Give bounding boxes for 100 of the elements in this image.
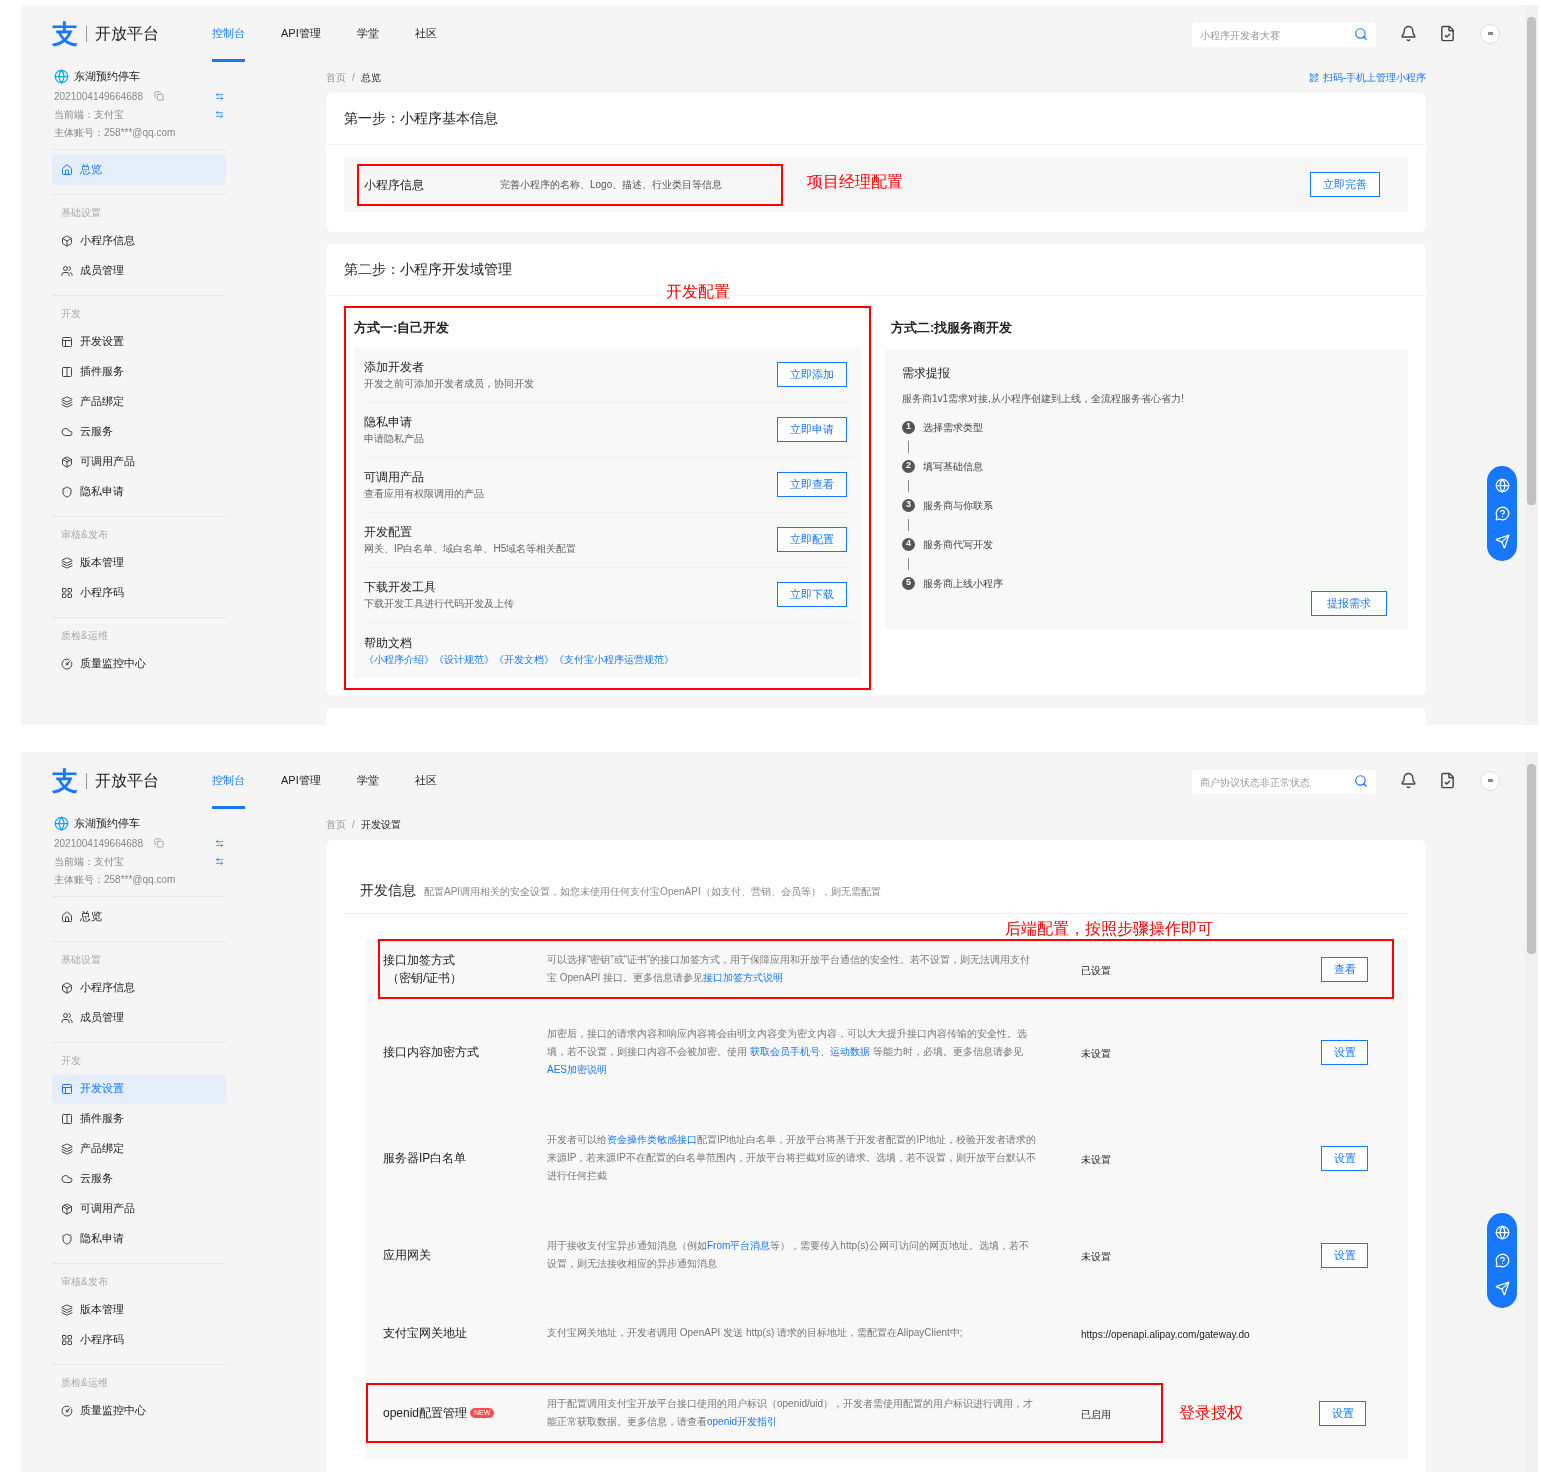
nav-tab[interactable]: 学堂	[356, 5, 379, 62]
step-label: 填写基础信息	[923, 459, 983, 474]
nav-tab[interactable]: API管理	[281, 5, 321, 62]
doc-link[interactable]: 《小程序介绍》	[364, 651, 434, 667]
sidebar-item[interactable]: 可调用产品	[52, 446, 226, 477]
step-label: 服务商与你联系	[923, 498, 993, 513]
sidebar-item[interactable]: 小程序信息	[52, 972, 226, 1003]
sidebar-item[interactable]: 总览	[52, 901, 226, 932]
inline-link[interactable]: From平台消息	[707, 1240, 771, 1251]
sidebar-item[interactable]: 小程序码	[52, 577, 226, 608]
sidebar-item[interactable]: 小程序信息	[52, 225, 226, 256]
copy-icon[interactable]	[154, 838, 164, 848]
doc-link[interactable]: 《设计规范》	[434, 651, 494, 667]
sidebar-item[interactable]: 质量监控中心	[52, 648, 226, 679]
layers-icon	[61, 1142, 73, 1155]
doc-link[interactable]: 《开发文档》	[494, 651, 554, 667]
item-desc: 下载开发工具进行代码开发及上传	[364, 597, 514, 611]
swap-icon[interactable]	[215, 91, 224, 101]
nav-tab[interactable]: API管理	[281, 752, 321, 809]
search-field[interactable]: 小程序开发者大赛	[1192, 23, 1376, 47]
outline-button[interactable]: 立即添加	[777, 362, 847, 387]
sidebar-item[interactable]: 开发设置	[52, 1073, 226, 1104]
outline-button[interactable]: 提报需求	[1311, 590, 1387, 616]
group-title: 开发	[60, 1054, 82, 1068]
inline-link[interactable]: openid开发指引	[707, 1416, 778, 1427]
outline-button[interactable]: 设置	[1321, 1242, 1368, 1268]
inline-link[interactable]: 获取会员手机号、运动数据	[749, 1046, 870, 1057]
shield-icon	[61, 485, 73, 498]
breadcrumb-item[interactable]: 首页	[326, 70, 346, 85]
outline-button[interactable]: 立即查看	[777, 472, 847, 497]
row-title: 支付宝网关地址	[383, 1325, 467, 1342]
send-icon[interactable]	[1494, 533, 1510, 549]
sidebar-item[interactable]: 隐私申请	[52, 1223, 226, 1254]
group-title: 基础设置	[60, 953, 102, 967]
sidebar-item[interactable]: 插件服务	[52, 356, 226, 387]
inline-link[interactable]: 资金操作类敏感接口	[607, 1134, 697, 1145]
sidebar-item[interactable]: 版本管理	[52, 547, 226, 578]
item-title: 隐私申请	[364, 414, 413, 431]
help-icon[interactable]	[1494, 506, 1510, 521]
nav-tab[interactable]: 学堂	[356, 752, 379, 809]
sidebar-item[interactable]: 产品绑定	[52, 386, 226, 417]
avatar[interactable]	[1480, 23, 1500, 44]
planet-icon[interactable]	[1494, 478, 1510, 494]
copy-icon[interactable]	[154, 91, 164, 101]
search-field[interactable]: 商户协议状态非正常状态	[1192, 770, 1376, 794]
doc-link[interactable]: 《支付宝小程序运营规范》	[554, 651, 674, 667]
outline-button[interactable]: 设置	[1319, 1400, 1366, 1426]
nav-tab[interactable]: 控制台	[212, 5, 245, 62]
sidebar-item[interactable]: 质量监控中心	[52, 1395, 226, 1426]
outline-button[interactable]: 设置	[1321, 1039, 1368, 1065]
nav-tab[interactable]: 社区	[414, 5, 437, 62]
help-icon[interactable]	[1494, 1253, 1510, 1268]
swap-icon[interactable]	[215, 109, 224, 119]
row-title: 小程序信息	[364, 176, 425, 194]
bell-icon[interactable]	[1400, 25, 1417, 42]
breadcrumb-item[interactable]: 首页	[326, 817, 346, 832]
logo-mark: 支	[52, 20, 78, 47]
search-icon[interactable]	[1354, 773, 1368, 788]
outline-button[interactable]: 立即完善	[1310, 172, 1380, 197]
sidebar-item[interactable]: 产品绑定	[52, 1133, 226, 1164]
option-title: 方式一:自己开发	[354, 319, 451, 337]
scan-link[interactable]: 扫码-手机上管理小程序	[1308, 70, 1426, 85]
step-number: 2	[902, 459, 915, 473]
sidebar-item[interactable]: 成员管理	[52, 255, 226, 286]
sidebar-item[interactable]: 小程序码	[52, 1324, 226, 1355]
users-icon	[61, 264, 73, 277]
scrollbar[interactable]	[1525, 5, 1538, 725]
scrollbar[interactable]	[1525, 752, 1538, 1472]
sidebar-item[interactable]: 云服务	[52, 1163, 226, 1194]
outline-button[interactable]: 立即申请	[777, 417, 847, 442]
inline-link[interactable]: AES加密说明	[547, 1064, 607, 1075]
sidebar-item[interactable]: 云服务	[52, 416, 226, 447]
document-check-icon[interactable]	[1439, 772, 1456, 789]
sidebar-item[interactable]: 总览	[52, 154, 226, 185]
avatar[interactable]	[1480, 770, 1500, 791]
search-icon[interactable]	[1354, 26, 1368, 41]
annotation-text: 登录授权	[1179, 1403, 1244, 1423]
document-check-icon[interactable]	[1439, 25, 1456, 42]
row-status: 未设置	[1081, 1048, 1111, 1059]
swap-icon[interactable]	[215, 856, 224, 866]
sidebar-item[interactable]: 可调用产品	[52, 1193, 226, 1224]
home-icon	[61, 163, 73, 176]
planet-icon[interactable]	[1494, 1225, 1510, 1241]
bell-icon[interactable]	[1400, 772, 1417, 789]
outline-button[interactable]: 立即配置	[777, 527, 847, 552]
nav-tab[interactable]: 社区	[414, 752, 437, 809]
sidebar-item[interactable]: 插件服务	[52, 1103, 226, 1134]
outline-button[interactable]: 查看	[1321, 956, 1368, 982]
outline-button[interactable]: 立即下载	[777, 582, 847, 607]
send-icon[interactable]	[1494, 1280, 1510, 1296]
row-desc: 可以选择“密钥”或“证书”的接口加签方式，用于保障应用和开放平台通信的安全性。若不设置，则无法调用支付宝 OpenAPI 接口。更多信息请参见接口加签方式说明	[547, 953, 1032, 985]
outline-button[interactable]: 设置	[1321, 1145, 1368, 1171]
sidebar-item[interactable]: 版本管理	[52, 1294, 226, 1325]
inline-link[interactable]: 接口加签方式说明	[703, 972, 784, 983]
sidebar-item[interactable]: 隐私申请	[52, 476, 226, 507]
row-desc: 用于配置调用支付宝开放平台接口使用的用户标识（openid/uid），开发者需使用配置的用户标识进行调用，才能正常获取数据。更多信息，请查看openid开发指引	[547, 1397, 1035, 1429]
sidebar-item[interactable]: 开发设置	[52, 326, 226, 357]
sidebar-item[interactable]: 成员管理	[52, 1002, 226, 1033]
nav-tab[interactable]: 控制台	[212, 752, 245, 809]
swap-icon[interactable]	[215, 838, 224, 848]
